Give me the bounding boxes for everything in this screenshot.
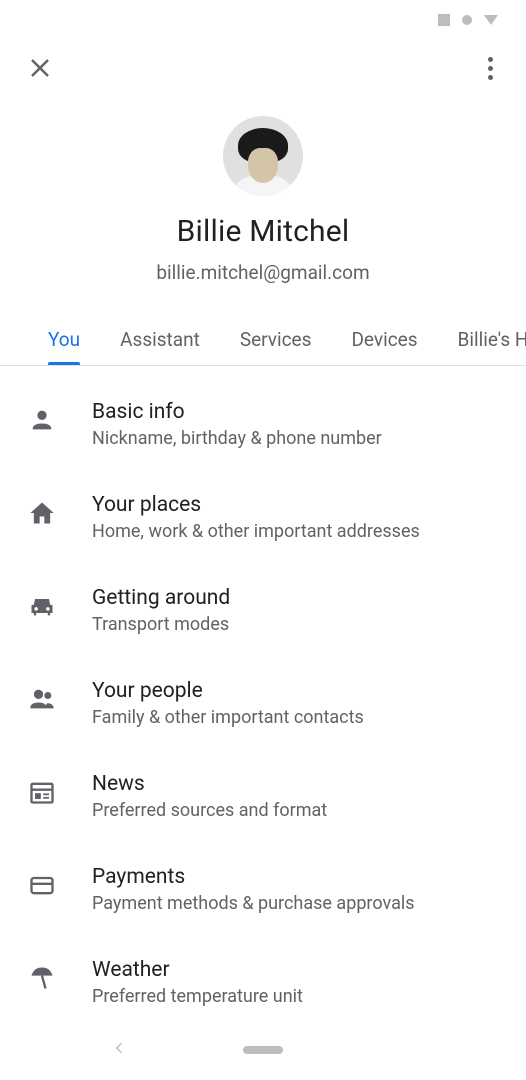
setting-title: Getting around	[92, 586, 506, 610]
nav-home-pill[interactable]	[243, 1046, 283, 1054]
people-icon	[28, 685, 56, 713]
setting-subtitle: Payment methods & purchase approvals	[92, 893, 506, 914]
setting-subtitle: Nickname, birthday & phone number	[92, 428, 506, 449]
setting-payments[interactable]: Payments Payment methods & purchase appr…	[0, 843, 526, 936]
home-icon	[28, 499, 56, 527]
setting-title: Basic info	[92, 400, 506, 424]
status-circle-icon	[462, 15, 472, 25]
car-icon	[28, 592, 56, 620]
status-square-icon	[438, 14, 450, 26]
setting-getting-around[interactable]: Getting around Transport modes	[0, 564, 526, 657]
setting-subtitle: Family & other important contacts	[92, 707, 506, 728]
setting-basic-info[interactable]: Basic info Nickname, birthday & phone nu…	[0, 378, 526, 471]
profile-section: Billie Mitchel billie.mitchel@gmail.com	[0, 96, 526, 314]
profile-email: billie.mitchel@gmail.com	[156, 261, 369, 284]
status-triangle-icon	[484, 15, 498, 25]
tab-you[interactable]: You	[28, 314, 100, 365]
nav-back-icon[interactable]	[110, 1039, 128, 1062]
setting-subtitle: Preferred sources and format	[92, 800, 506, 821]
tab-devices[interactable]: Devices	[331, 314, 437, 365]
setting-title: News	[92, 772, 506, 796]
setting-title: Your people	[92, 679, 506, 703]
tab-services[interactable]: Services	[220, 314, 332, 365]
close-icon[interactable]	[28, 56, 52, 80]
payment-icon	[28, 871, 56, 899]
avatar[interactable]	[223, 116, 303, 196]
tabs: You Assistant Services Devices Billie's …	[0, 314, 526, 366]
news-icon	[28, 778, 56, 806]
person-icon	[28, 406, 56, 434]
setting-your-places[interactable]: Your places Home, work & other important…	[0, 471, 526, 564]
setting-title: Payments	[92, 865, 506, 889]
weather-icon	[28, 964, 56, 992]
profile-name: Billie Mitchel	[177, 214, 350, 249]
setting-subtitle: Preferred temperature unit	[92, 986, 506, 1007]
tab-billies-home[interactable]: Billie's H	[438, 314, 526, 365]
tab-assistant[interactable]: Assistant	[100, 314, 220, 365]
android-nav-bar	[0, 1030, 526, 1070]
setting-weather[interactable]: Weather Preferred temperature unit	[0, 936, 526, 1029]
more-menu-icon[interactable]	[478, 56, 502, 80]
setting-subtitle: Transport modes	[92, 614, 506, 635]
setting-news[interactable]: News Preferred sources and format	[0, 750, 526, 843]
settings-list: Basic info Nickname, birthday & phone nu…	[0, 366, 526, 1029]
top-bar	[0, 40, 526, 96]
setting-your-people[interactable]: Your people Family & other important con…	[0, 657, 526, 750]
setting-title: Your places	[92, 493, 506, 517]
setting-title: Weather	[92, 958, 506, 982]
status-bar	[0, 0, 526, 40]
setting-subtitle: Home, work & other important addresses	[92, 521, 506, 542]
